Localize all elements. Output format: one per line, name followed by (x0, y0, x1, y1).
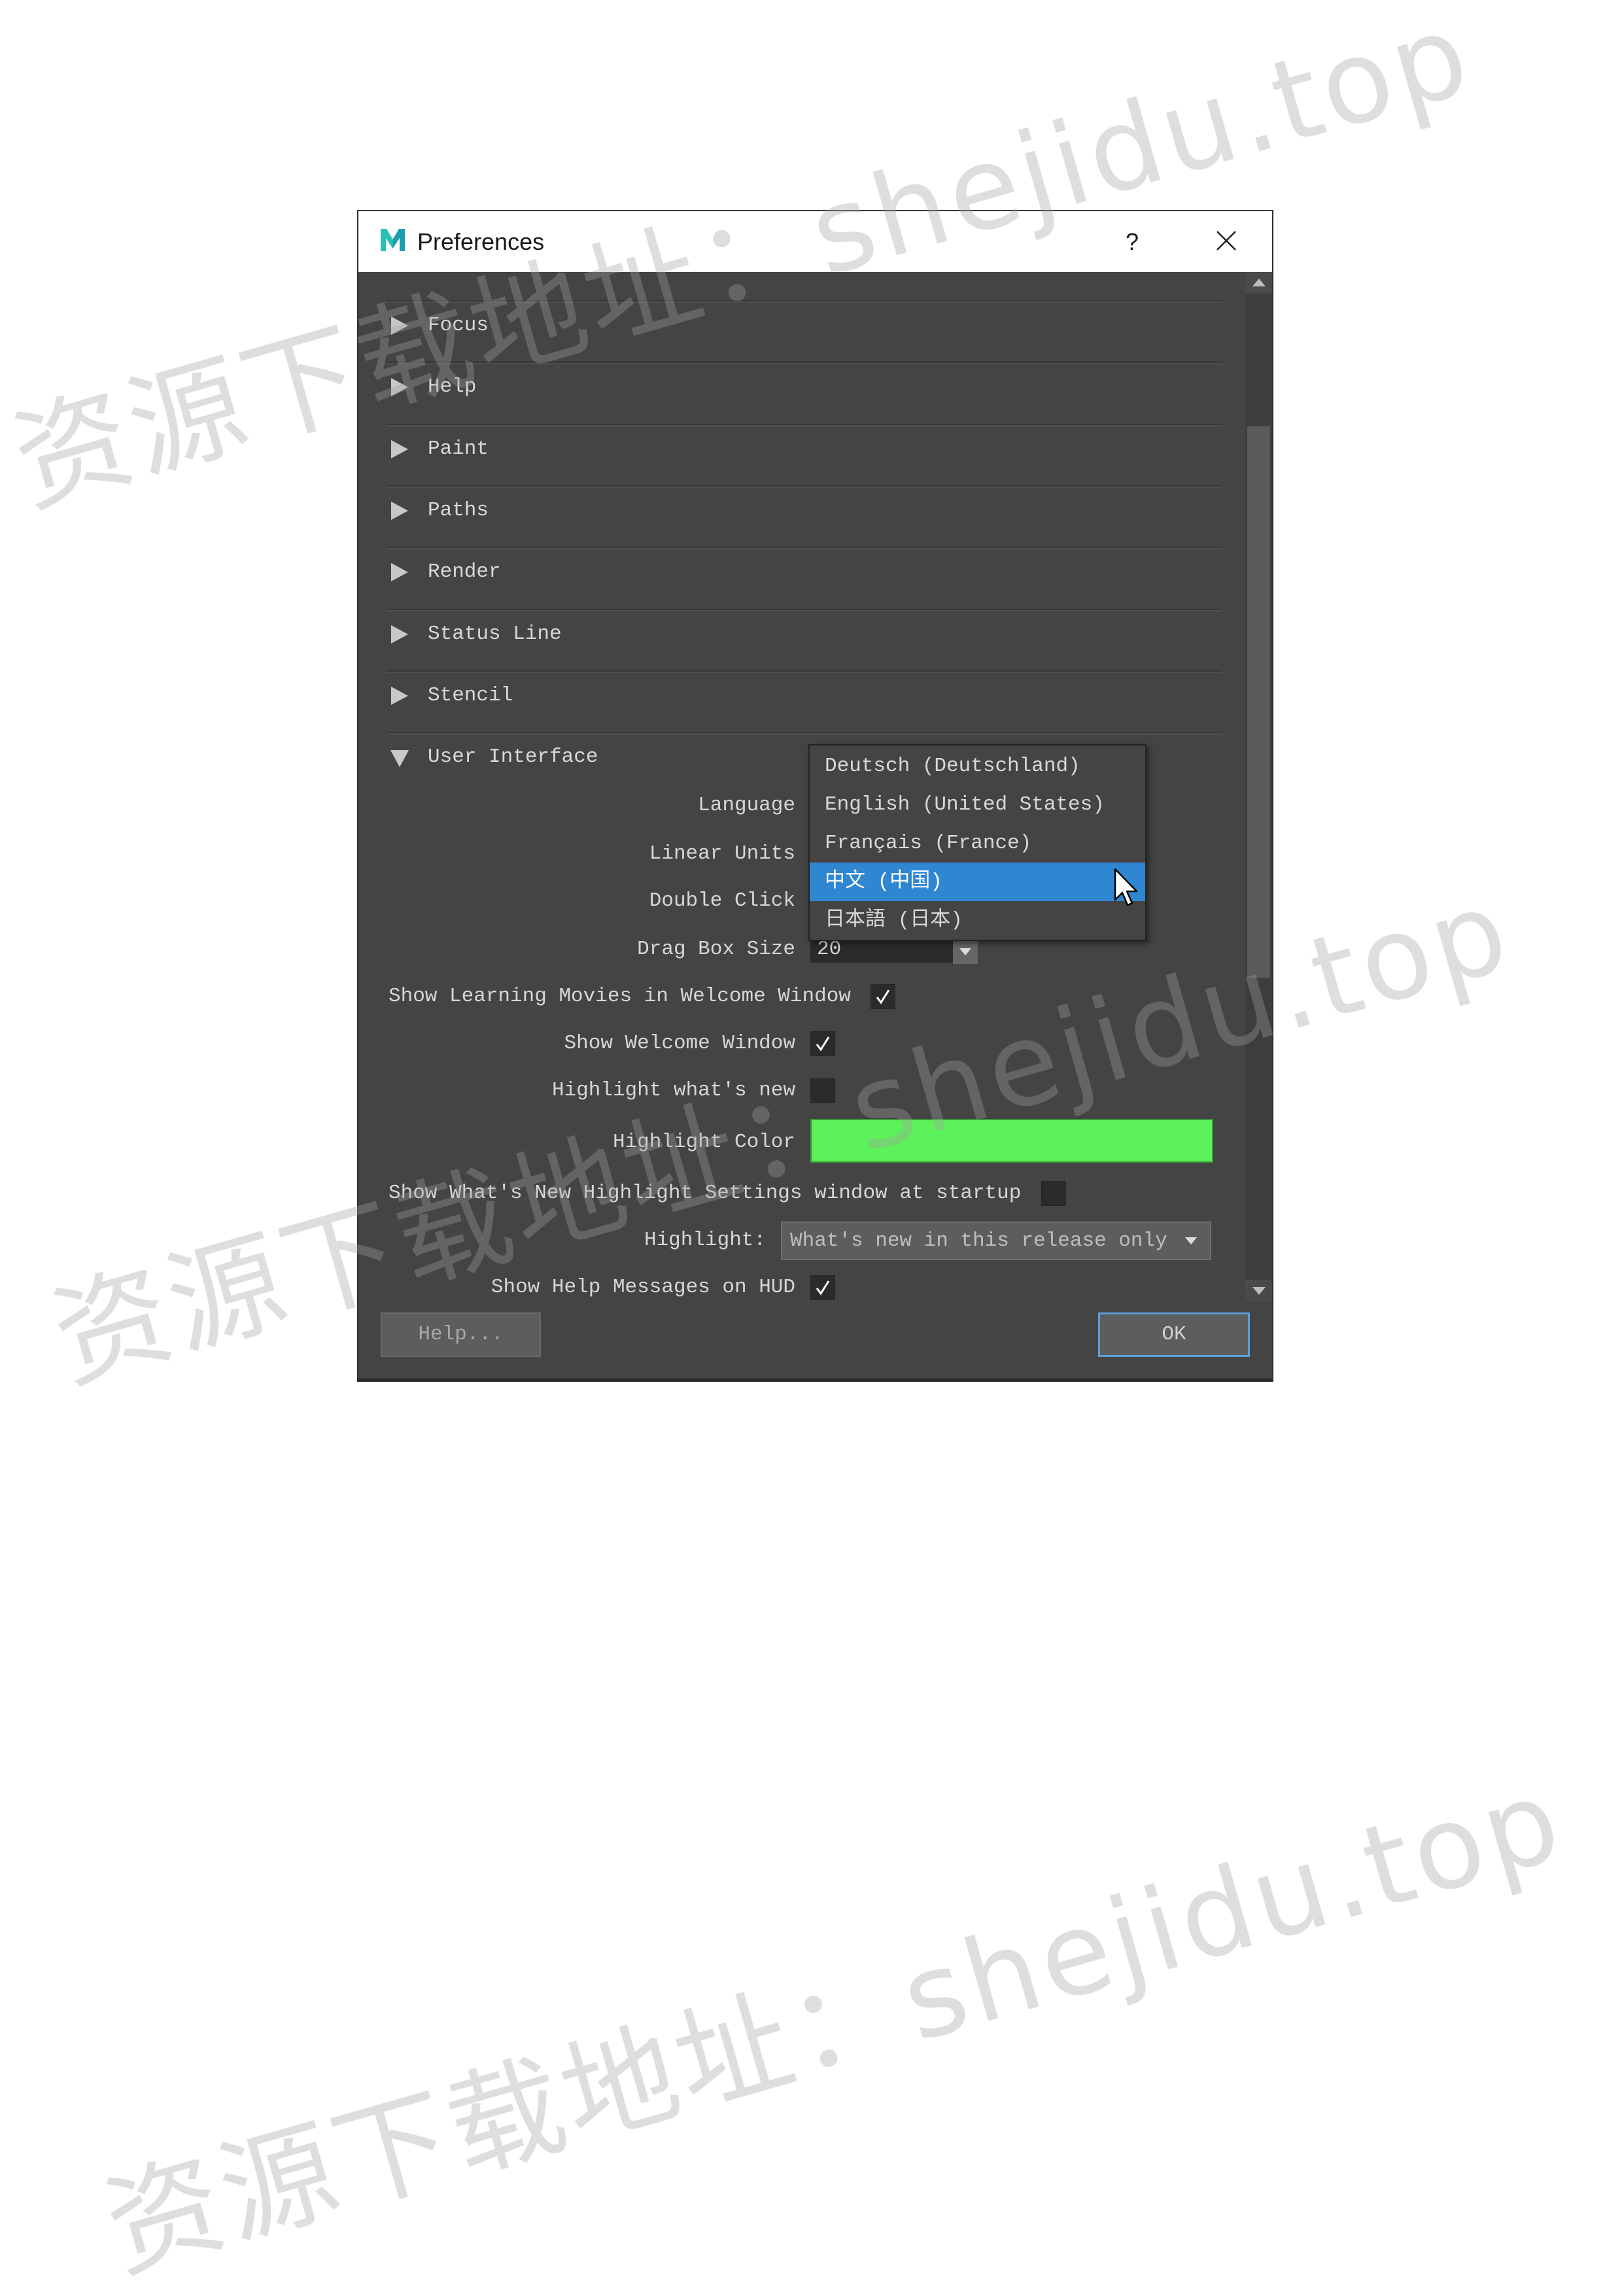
section-status-line[interactable]: Status Line (387, 609, 1222, 659)
section-label: Help (428, 375, 477, 398)
triangle-right-icon (391, 502, 408, 520)
triangle-right-icon (391, 563, 408, 581)
arrow-up-icon (1252, 279, 1266, 286)
language-option[interactable]: 日本語 (日本) (810, 901, 1145, 940)
highlight-color-label: Highlight Color (612, 1131, 795, 1154)
section-render[interactable]: Render (387, 547, 1222, 596)
drag-box-size-label: Drag Box Size (637, 938, 795, 961)
language-option[interactable]: Deutsch (Deutschland) (810, 747, 1145, 785)
highlight-mode-select[interactable]: What's new in this release only (781, 1222, 1211, 1260)
arrow-down-icon (1252, 1287, 1266, 1295)
scroll-down-button[interactable] (1245, 1280, 1272, 1301)
section-label: Paint (428, 437, 489, 460)
section-label: Render (428, 560, 501, 583)
mouse-pointer-icon (1114, 868, 1138, 906)
preferences-dialog: Preferences ? Focus Help Paint Paths Ren… (357, 210, 1273, 1382)
section-label: Focus (428, 314, 489, 337)
checkmark-icon (816, 1037, 830, 1052)
chevron-down-icon (1185, 1237, 1197, 1244)
section-label: Stencil (428, 684, 513, 707)
scrollbar-thumb[interactable] (1247, 426, 1270, 978)
linear-units-label: Linear Units (649, 842, 795, 865)
triangle-right-icon (391, 378, 408, 396)
section-paths[interactable]: Paths (387, 485, 1222, 535)
title-bar[interactable]: Preferences ? (358, 210, 1272, 272)
ok-button[interactable]: OK (1098, 1312, 1250, 1357)
triangle-right-icon (391, 317, 408, 335)
triangle-right-icon (391, 687, 408, 705)
triangle-down-icon (390, 750, 409, 767)
section-stencil[interactable]: Stencil (387, 670, 1222, 720)
maya-icon (381, 229, 405, 251)
highlight-color-swatch[interactable] (810, 1119, 1213, 1163)
section-help[interactable]: Help (387, 362, 1222, 411)
show-whats-new-settings-checkbox[interactable] (1041, 1181, 1066, 1206)
help-button[interactable]: ? (1121, 211, 1143, 272)
checkmark-icon (816, 1280, 830, 1295)
language-option[interactable]: Français (France) (810, 824, 1145, 863)
help-dialog-button[interactable]: Help... (381, 1312, 541, 1357)
section-label: Status Line (428, 623, 562, 645)
vertical-scrollbar[interactable] (1245, 272, 1272, 1301)
checkmark-icon (876, 989, 890, 1004)
section-label: User Interface (428, 745, 598, 768)
triangle-right-icon (391, 625, 408, 643)
double-click-label: Double Click (649, 889, 795, 912)
show-welcome-window-checkbox[interactable] (810, 1031, 835, 1056)
drag-box-size-dropdown-button[interactable] (953, 939, 978, 964)
language-option[interactable]: English (United States) (810, 785, 1145, 824)
language-label: Language (698, 794, 795, 817)
show-learning-movies-checkbox[interactable] (871, 984, 895, 1009)
close-icon[interactable] (1215, 229, 1238, 252)
highlight-whats-new-label: Highlight what's new (551, 1079, 795, 1102)
show-help-messages-label: Show Help Messages on HUD (491, 1276, 795, 1299)
window-title: Preferences (417, 228, 545, 255)
highlight-mode-value: What's new in this release only (790, 1229, 1167, 1252)
triangle-right-icon (391, 440, 408, 458)
language-option[interactable]: 中文 (中国) (810, 863, 1145, 901)
show-help-messages-checkbox[interactable] (810, 1275, 835, 1300)
show-learning-movies-label: Show Learning Movies in Welcome Window (388, 985, 851, 1008)
show-welcome-window-label: Show Welcome Window (564, 1032, 795, 1055)
watermark-text: 资源下载地址：shejidu.top (92, 1753, 1578, 2296)
section-label: Paths (428, 499, 489, 522)
section-focus[interactable]: Focus (387, 300, 1222, 350)
section-paint[interactable]: Paint (387, 424, 1222, 473)
show-whats-new-settings-label: Show What's New Highlight Settings windo… (388, 1182, 1022, 1205)
highlight-mode-label: Highlight: (644, 1229, 766, 1252)
chevron-down-icon (959, 948, 971, 955)
language-dropdown-list[interactable]: Deutsch (Deutschland) English (United St… (808, 744, 1147, 941)
highlight-whats-new-checkbox[interactable] (810, 1078, 835, 1103)
scroll-up-button[interactable] (1245, 272, 1272, 294)
